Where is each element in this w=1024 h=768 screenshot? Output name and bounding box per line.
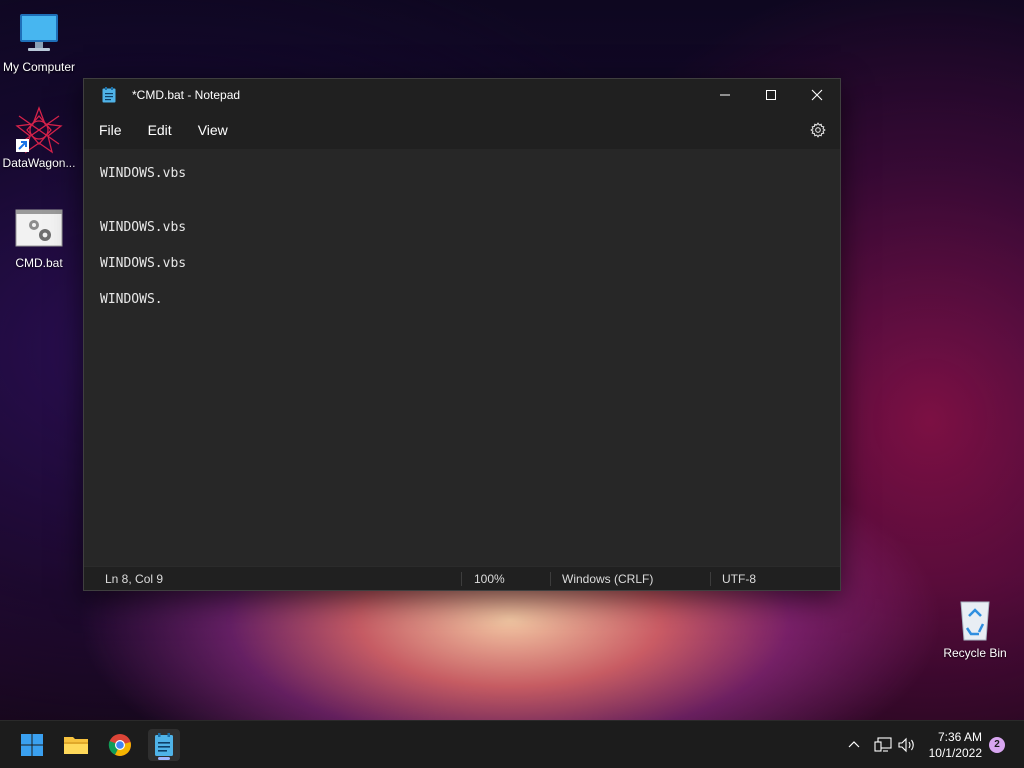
maximize-icon — [766, 90, 776, 100]
taskbar-chrome[interactable] — [104, 729, 136, 761]
datawagon-logo-icon — [15, 106, 63, 154]
status-zoom: 100% — [474, 572, 505, 586]
menu-bar: File Edit View — [84, 111, 840, 149]
menu-edit[interactable]: Edit — [135, 122, 185, 138]
settings-gear-icon[interactable] — [810, 122, 826, 138]
notification-badge[interactable]: 2 — [989, 737, 1005, 753]
editor-line: WINDOWS.vbs — [100, 220, 187, 235]
clock-time: 7:36 AM — [937, 730, 982, 744]
minimize-icon — [720, 94, 730, 96]
clock[interactable]: 7:36 AM 10/1/2022 — [929, 729, 982, 761]
start-icon — [21, 734, 43, 756]
close-icon — [811, 89, 823, 101]
editor-line: WINDOWS.vbs — [100, 256, 187, 271]
start-button[interactable] — [16, 729, 48, 761]
running-indicator — [158, 757, 170, 760]
desktop-icon-recycle-bin[interactable]: Recycle Bin — [936, 596, 1014, 660]
batch-file-icon — [15, 206, 63, 254]
maximize-button[interactable] — [748, 79, 794, 111]
editor-line: WINDOWS.vbs — [100, 166, 187, 181]
notepad-icon — [155, 733, 173, 756]
file-explorer-icon — [64, 737, 88, 754]
recycle-bin-icon — [951, 596, 999, 644]
status-cursor-position: Ln 8, Col 9 — [105, 572, 164, 586]
minimize-button[interactable] — [702, 79, 748, 111]
menu-view[interactable]: View — [185, 122, 241, 138]
taskbar-notepad[interactable] — [148, 729, 180, 761]
status-divider — [461, 572, 462, 586]
desktop-icon-datawagon[interactable]: DataWagon... — [0, 106, 78, 170]
status-divider — [710, 572, 711, 586]
monitor-icon — [15, 10, 63, 58]
desktop-icon-cmd-bat[interactable]: CMD.bat — [0, 206, 78, 270]
notepad-icon — [102, 87, 116, 103]
menu-file[interactable]: File — [86, 122, 135, 138]
window-title: *CMD.bat - Notepad — [132, 88, 241, 102]
desktop-icon-label: CMD.bat — [15, 256, 63, 270]
desktop-icon-label: DataWagon... — [2, 156, 76, 170]
clock-date: 10/1/2022 — [928, 746, 982, 760]
volume-icon[interactable] — [896, 737, 918, 753]
text-editor[interactable]: WINDOWS.vbs WINDOWS.vbs WINDOWS.vbs WIND… — [84, 149, 840, 567]
taskbar: 7:36 AM 10/1/2022 2 — [0, 720, 1024, 768]
status-line-ending: Windows (CRLF) — [562, 572, 654, 586]
taskbar-file-explorer[interactable] — [60, 729, 92, 761]
close-button[interactable] — [794, 79, 840, 111]
editor-line: WINDOWS. — [100, 292, 163, 307]
desktop-icon-label: My Computer — [2, 60, 76, 74]
system-tray — [844, 721, 918, 768]
status-bar: Ln 8, Col 9 100% Windows (CRLF) UTF-8 — [84, 566, 840, 590]
network-icon[interactable] — [870, 737, 896, 753]
show-hidden-icons-chevron-up-icon[interactable] — [844, 739, 864, 751]
notepad-window[interactable]: *CMD.bat - Notepad File Edit View WINDOW… — [83, 78, 841, 591]
status-encoding: UTF-8 — [722, 572, 756, 586]
desktop-icon-my-computer[interactable]: My Computer — [0, 10, 78, 74]
desktop-icon-label: Recycle Bin — [943, 646, 1007, 660]
chrome-icon — [108, 734, 131, 756]
status-divider — [550, 572, 551, 586]
title-bar[interactable]: *CMD.bat - Notepad — [84, 79, 840, 111]
